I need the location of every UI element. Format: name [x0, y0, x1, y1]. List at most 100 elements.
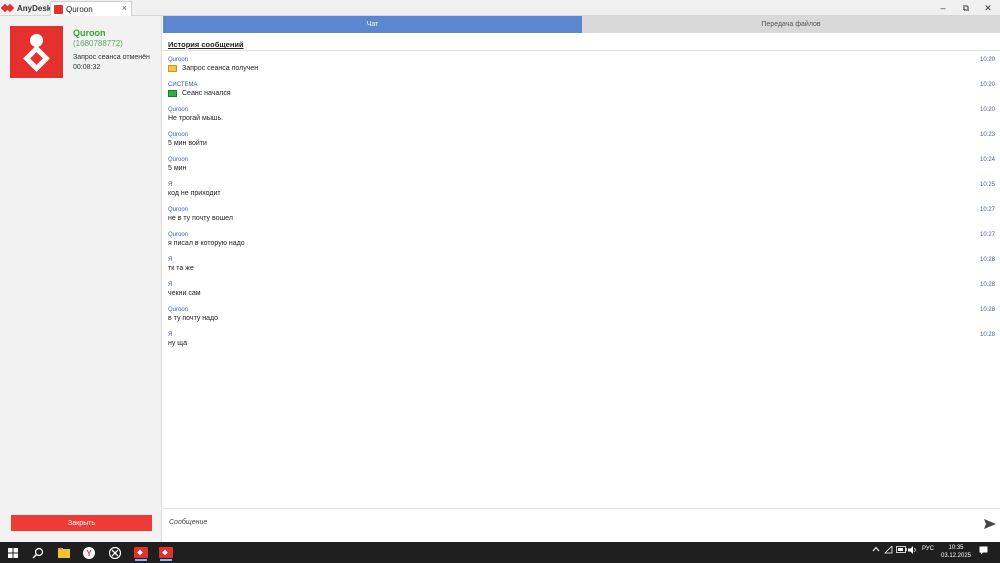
message-body: Не трогай мышь. [168, 115, 223, 122]
start-icon[interactable] [4, 544, 22, 561]
message-sender: Quroon [168, 307, 189, 313]
message-time: 10:27 [979, 207, 995, 213]
message-body: Запрос сеанса получен [168, 65, 258, 72]
session-tab-label: Quroon [66, 4, 93, 14]
message-sender: Quroon [168, 132, 189, 138]
session-timer: 00:08:32 [73, 64, 101, 71]
divider [163, 508, 1000, 509]
message-body: в ту почту надо [168, 315, 218, 322]
chat-message: Quroon 10:27 не в ту почту вошел [163, 206, 1000, 231]
message-text: тк та же [168, 265, 194, 272]
battery-icon[interactable] [896, 546, 907, 555]
message-time: 10:28 [979, 282, 995, 288]
message-body: ну ща [168, 340, 187, 347]
chat-message: Quroon 10:28 в ту почту надо [163, 306, 1000, 331]
panel-tabs: Чат Передача файлов [163, 16, 1000, 33]
xbox-icon[interactable] [106, 544, 124, 561]
session-request-icon [168, 65, 177, 72]
message-sender: Quroon [168, 232, 189, 238]
language-indicator[interactable]: РУС [922, 546, 934, 552]
message-body: 5 мин [168, 165, 186, 172]
message-text: не в ту почту вошел [168, 215, 233, 222]
message-list: Quroon 10:20 Запрос сеанса получен СИСТЕМА 1… [163, 56, 1000, 356]
chat-message: Quroon 10:27 я писал в которую надо [163, 231, 1000, 256]
message-sender: Я [168, 282, 173, 288]
message-text: чекни сам [168, 290, 201, 297]
anydesk-taskbar-icon[interactable] [132, 544, 150, 561]
peer-name: Quroon [73, 28, 106, 38]
message-sender: Quroon [168, 157, 189, 163]
network-icon[interactable] [884, 545, 893, 556]
message-body: Сеанс начался [168, 90, 231, 97]
anydesk-window: AnyDesk Quroon × – ⧉ ✕ Quroon (168078877… [0, 0, 1000, 542]
chat-message: Я 10:28 чекни сам [163, 281, 1000, 306]
svg-text:Y: Y [86, 549, 92, 558]
session-tab[interactable]: Quroon × [50, 1, 132, 16]
chat-message: Я 10:25 код не приходит [163, 181, 1000, 206]
window-close-button[interactable]: ✕ [975, 0, 1000, 16]
yandex-browser-icon[interactable]: Y [80, 544, 98, 561]
message-time: 10:27 [979, 232, 995, 238]
session-tab-icon [54, 4, 63, 14]
message-time: 10:28 [979, 257, 995, 263]
tab-file-transfer[interactable]: Передача файлов [582, 16, 1000, 33]
session-status: Запрос сеанса отменён [73, 54, 150, 61]
message-text: код не приходит [168, 190, 221, 197]
session-panel: Quroon (1680788772) Запрос сеанса отменё… [0, 16, 162, 542]
file-explorer-icon[interactable] [55, 544, 73, 561]
message-time: 10:28 [979, 307, 995, 313]
message-text: в ту почту надо [168, 315, 219, 322]
message-input[interactable]: Сообщение [169, 519, 207, 526]
avatar [10, 26, 63, 78]
brand[interactable]: AnyDesk [0, 0, 52, 16]
message-sender: Я [168, 182, 173, 188]
chat-message: СИСТЕМА 10:20 Сеанс начался [163, 81, 1000, 106]
message-text: Сеанс начался [182, 90, 231, 97]
message-sender: Quroon [168, 57, 189, 63]
message-text: Не трогай мышь. [168, 115, 224, 122]
chat-message: Quroon 10:20 Не трогай мышь. [163, 106, 1000, 131]
message-time: 10:25 [979, 182, 995, 188]
message-text: я писал в которую надо [168, 240, 245, 247]
anydesk-session-taskbar-icon[interactable] [157, 544, 175, 561]
message-body: я писал в которую надо [168, 240, 245, 247]
chat-message: Quroon 10:23 5 мин войти [163, 131, 1000, 156]
notification-icon[interactable] [979, 546, 988, 557]
message-time: 10:24 [979, 157, 995, 163]
message-sender: Quroon [168, 107, 189, 113]
message-sender: СИСТЕМА [168, 82, 198, 88]
message-text: ну ща [168, 340, 187, 347]
message-time: 10:23 [979, 132, 995, 138]
title-bar: AnyDesk Quroon × – ⧉ ✕ [0, 0, 1000, 16]
message-time: 10:20 [979, 82, 995, 88]
message-text: Запрос сеанса получен [182, 65, 259, 72]
chevron-up-icon[interactable] [872, 546, 880, 554]
search-icon[interactable] [29, 544, 47, 561]
message-sender: Я [168, 257, 173, 263]
close-session-button[interactable]: Закрыть [11, 515, 152, 531]
divider [163, 50, 1000, 51]
message-body: тк та же [168, 265, 194, 272]
tab-close-icon[interactable]: × [122, 3, 127, 13]
message-body: не в ту почту вошел [168, 215, 233, 222]
chat-message: Я 10:28 тк та же [163, 256, 1000, 281]
volume-icon[interactable] [908, 546, 918, 556]
history-title: История сообщений [168, 40, 244, 49]
chat-message: Quroon 10:20 Запрос сеанса получен [163, 56, 1000, 81]
brand-label: AnyDesk [17, 3, 52, 13]
message-body: 5 мин войти [168, 140, 207, 147]
send-icon[interactable] [983, 518, 997, 530]
chat-message: Я 10:28 ну ща [163, 331, 1000, 356]
taskbar: Y РУС 10:35 03.12.2025 [0, 542, 1000, 563]
anydesk-logo-icon [0, 3, 15, 13]
tab-chat[interactable]: Чат [163, 16, 582, 33]
message-text: 5 мин [168, 165, 187, 172]
session-started-icon [168, 90, 177, 97]
message-time: 10:28 [979, 332, 995, 338]
clock-time: 10:35 [948, 545, 964, 551]
message-body: код не приходит [168, 190, 221, 197]
clock[interactable]: 10:35 03.12.2025 [938, 544, 974, 560]
chat-message: Quroon 10:24 5 мин [163, 156, 1000, 181]
message-body: чекни сам [168, 290, 201, 297]
message-sender: Quroon [168, 207, 189, 213]
